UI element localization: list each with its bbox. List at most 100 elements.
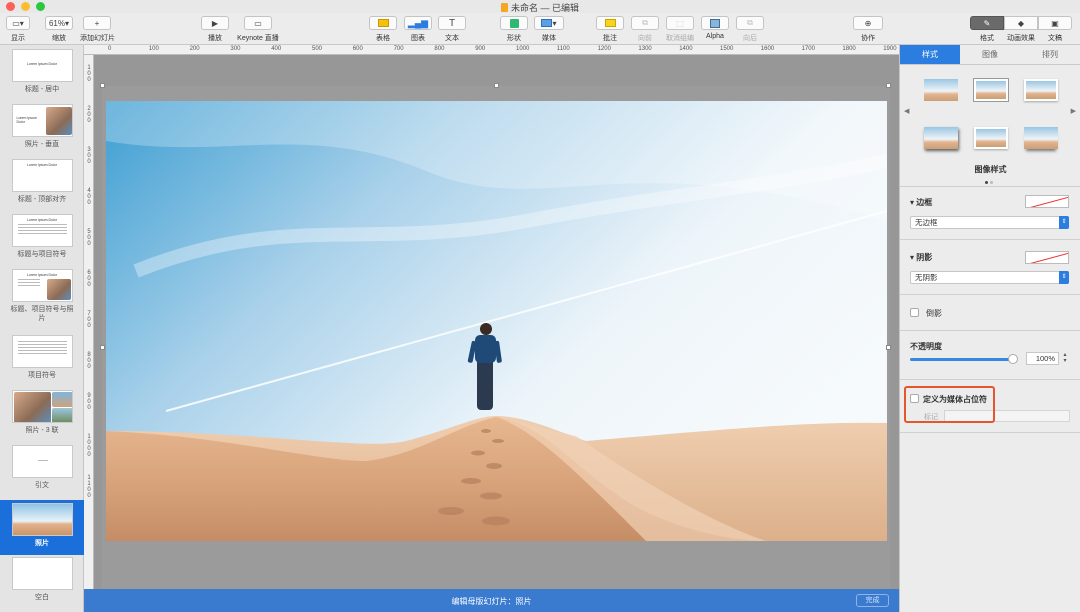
media-tool[interactable]: ▾ 媒体	[534, 16, 564, 43]
ruler-tick-label: 200	[87, 106, 91, 124]
resize-handle[interactable]	[886, 345, 891, 350]
document-tool[interactable]: ▣ 文稿	[1038, 16, 1072, 43]
shadow-section-title[interactable]: ▾ 阴影	[910, 252, 932, 263]
ruler-tick-label: 1400	[679, 46, 693, 52]
alpha-tool[interactable]: Alpha	[701, 16, 729, 40]
slide-thumb-title-center[interactable]: Lorem Ipsum Dolor 标题 - 居中	[0, 49, 84, 101]
divider	[900, 294, 1080, 295]
text-tool[interactable]: T 文本	[438, 16, 466, 43]
bring-forward-button[interactable]: ⧉	[631, 16, 659, 30]
animate-button[interactable]: ◆	[1004, 16, 1038, 30]
thumbnail-bullets	[13, 224, 72, 234]
reflection-checkbox[interactable]	[910, 308, 919, 317]
resize-handle[interactable]	[886, 83, 891, 88]
instant-alpha-button[interactable]	[701, 16, 729, 30]
border-color-swatch[interactable]	[1025, 195, 1069, 208]
slide-thumb-photo-vertical[interactable]: Lorem Ipsum Dolor 照片 - 垂直	[0, 104, 84, 156]
slide-thumb-label: 照片 - 垂直	[24, 141, 60, 148]
shadow-color-swatch[interactable]	[1025, 251, 1069, 264]
media-button[interactable]: ▾	[534, 16, 564, 30]
ungroup-button[interactable]: ⬚	[666, 16, 694, 30]
slide-thumb-title-top[interactable]: Lorem Ipsum Dolor 标题 - 顶部对齐	[0, 159, 84, 211]
view-menu-button[interactable]: ▭▾	[6, 16, 30, 30]
animation-diamond-icon: ◆	[1017, 18, 1025, 28]
format-tool[interactable]: ✎ 格式	[970, 16, 1004, 43]
image-style-preset[interactable]	[924, 79, 958, 101]
image-style-preset[interactable]	[974, 127, 1008, 149]
text-button[interactable]: T	[438, 16, 466, 30]
chart-button[interactable]: ▂▄▆	[404, 16, 432, 30]
opacity-slider-track[interactable]	[910, 358, 1013, 361]
ruler-tick-label: 1300	[638, 46, 652, 52]
chart-label: 图表	[411, 35, 425, 42]
table-button[interactable]	[369, 16, 397, 30]
ruler-tick-label: 0	[108, 46, 112, 52]
border-section-title[interactable]: ▾ 边框	[910, 197, 932, 208]
add-slide-tool[interactable]: + 添加幻灯片	[80, 16, 115, 43]
send-backward-button[interactable]: ⧉	[736, 16, 764, 30]
slide-thumb-blank[interactable]: 空白	[0, 557, 84, 609]
slide-thumb-quote[interactable]: 引文	[0, 445, 84, 497]
slide-thumb-title-bullets-photo[interactable]: Lorem Ipsum Dolor 标题、项目符号与照片	[0, 269, 84, 331]
ruler-tick-label: 1800	[842, 46, 856, 52]
keynote-live-button[interactable]: ▭	[244, 16, 272, 30]
shape-tool[interactable]: 形状	[500, 16, 528, 43]
image-style-preset[interactable]	[924, 127, 958, 149]
image-style-preset[interactable]	[974, 79, 1008, 101]
border-style-select[interactable]: 无边框 ⇕	[910, 216, 1069, 229]
ruler-tick-label: 1000	[516, 46, 530, 52]
tab-image[interactable]: 图像	[960, 45, 1020, 65]
slide-thumb-label: 照片	[35, 540, 49, 547]
slide-thumb-bullets[interactable]: 项目符号	[0, 335, 84, 387]
plus-icon: +	[94, 18, 100, 28]
table-tool[interactable]: 表格	[369, 16, 397, 43]
tab-arrange[interactable]: 排列	[1020, 45, 1080, 65]
resize-handle[interactable]	[100, 345, 105, 350]
opacity-slider-knob[interactable]	[1008, 354, 1018, 364]
page-indicator[interactable]	[985, 177, 996, 184]
collaborate-tool[interactable]: ⊕ 协作	[853, 16, 883, 43]
display-broadcast-icon: ▭	[254, 18, 262, 28]
slide-thumbnail: Lorem Ipsum Dolor	[11, 159, 73, 192]
media-placeholder-image[interactable]	[106, 101, 887, 541]
view-tool[interactable]: ▭▾ 显示	[6, 16, 30, 43]
opacity-value-field[interactable]: 100%	[1026, 352, 1059, 365]
ungroup-tool[interactable]: ⬚ 取消组编	[664, 16, 696, 43]
keynote-live-tool[interactable]: ▭ Keynote 直播	[234, 16, 282, 43]
chevron-right-icon[interactable]: ▶	[1071, 107, 1076, 115]
zoom-select[interactable]: 61% ▾	[45, 16, 73, 30]
backward-tool[interactable]: ⧉ 向后	[736, 16, 764, 43]
send-backward-icon: ⧉	[747, 18, 753, 27]
image-style-preset[interactable]	[1024, 127, 1058, 149]
chart-tool[interactable]: ▂▄▆ 图表	[404, 16, 432, 43]
play-tool[interactable]: ▶ 播放	[200, 16, 230, 43]
thumbnail-photo	[51, 392, 72, 407]
play-label: 播放	[208, 35, 222, 42]
resize-handle[interactable]	[100, 83, 105, 88]
animate-tool[interactable]: ◆ 动画效果	[1004, 16, 1038, 43]
document-button[interactable]: ▣	[1038, 16, 1072, 30]
collaborate-button[interactable]: ⊕	[853, 16, 883, 30]
resize-handle[interactable]	[494, 83, 499, 88]
format-button[interactable]: ✎	[970, 16, 1004, 30]
play-icon: ▶	[211, 18, 219, 28]
add-slide-button[interactable]: +	[83, 16, 111, 30]
opacity-stepper[interactable]: ▴ ▾	[1061, 352, 1069, 365]
slide-thumb-title-bullets[interactable]: Lorem Ipsum Dolor 标题与项目符号	[0, 214, 84, 266]
forward-tool[interactable]: ⧉ 向前	[631, 16, 659, 43]
document-icon: ▣	[1051, 18, 1059, 28]
comment-button[interactable]	[596, 16, 624, 30]
shape-button[interactable]	[500, 16, 528, 30]
done-button[interactable]: 完成	[856, 594, 889, 607]
up-down-chevron-icon: ⇕	[1059, 271, 1069, 284]
chevron-left-icon[interactable]: ◀	[904, 107, 909, 115]
media-label: 媒体	[542, 35, 556, 42]
play-button[interactable]: ▶	[201, 16, 229, 30]
shadow-style-select[interactable]: 无阴影 ⇕	[910, 271, 1069, 284]
slide-thumb-photo[interactable]: 照片	[0, 500, 84, 555]
zoom-tool[interactable]: 61% ▾ 缩放	[45, 16, 73, 43]
tab-style[interactable]: 样式	[900, 45, 960, 65]
image-style-preset[interactable]	[1024, 79, 1058, 101]
slide-thumb-photo-triptych[interactable]: 照片 - 3 联	[0, 390, 84, 442]
comment-tool[interactable]: 批注	[596, 16, 624, 43]
